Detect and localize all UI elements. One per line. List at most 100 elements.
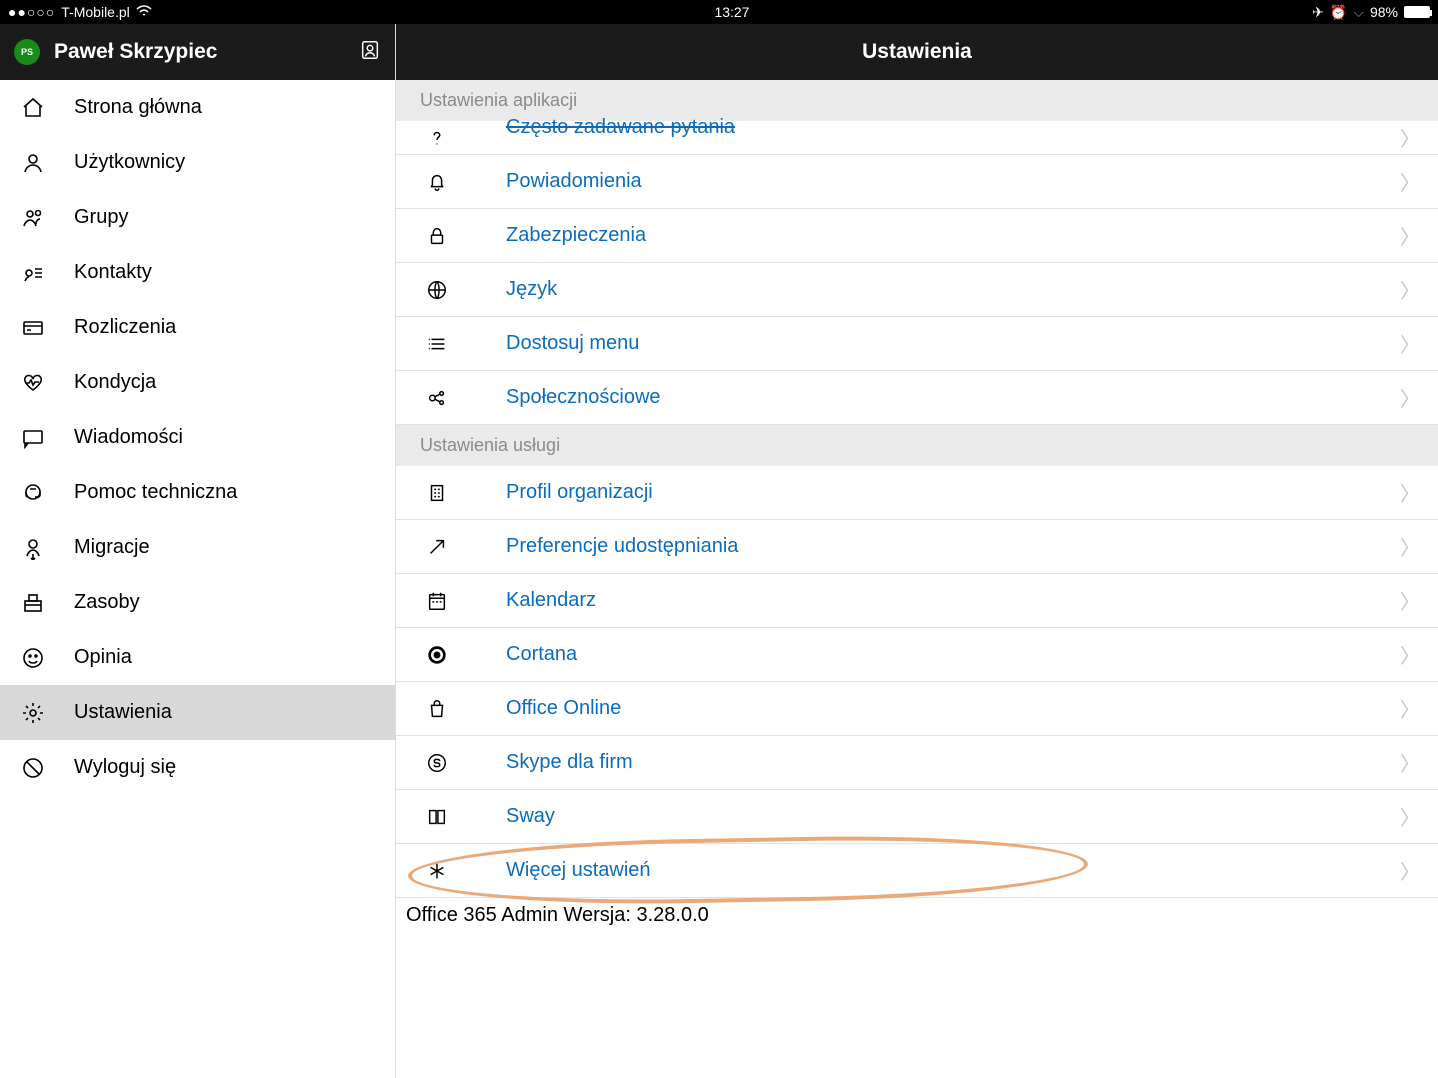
chevron-right-icon: 〉 (1400, 167, 1420, 196)
sidebar-header: PS Paweł Skrzypiec (0, 24, 395, 80)
row-label: Kalendarz (506, 589, 1400, 612)
row-label: Preferencje udostępniania (506, 535, 1400, 558)
contacts-icon (20, 260, 46, 286)
sidebar-item-label: Kondycja (74, 371, 156, 394)
profile-icon[interactable] (359, 39, 381, 66)
row-label: Sway (506, 805, 1400, 828)
carrier-label: T-Mobile.pl (61, 4, 129, 20)
sidebar-item-label: Migracje (74, 536, 150, 559)
group-icon (20, 205, 46, 231)
sidebar-item-migrate[interactable]: Migracje (0, 520, 395, 575)
sidebar-item-home[interactable]: Strona główna (0, 80, 395, 135)
sidebar-item-label: Zasoby (74, 591, 140, 614)
settings-row-social[interactable]: Społecznościowe〉 (396, 371, 1438, 425)
wifi-icon (136, 4, 152, 20)
sidebar-item-message[interactable]: Wiadomości (0, 410, 395, 465)
sidebar-item-billing[interactable]: Rozliczenia (0, 300, 395, 355)
sidebar-item-label: Rozliczenia (74, 316, 176, 339)
settings-row-calendar[interactable]: Kalendarz〉 (396, 574, 1438, 628)
sidebar-item-logout[interactable]: Wyloguj się (0, 740, 395, 795)
sidebar-item-label: Strona główna (74, 96, 202, 119)
bell-icon (424, 171, 450, 193)
calendar-icon (424, 590, 450, 612)
logout-icon (20, 755, 46, 781)
settings-row-arrow[interactable]: Preferencje udostępniania〉 (396, 520, 1438, 574)
row-label: Cortana (506, 643, 1400, 666)
sidebar-item-resources[interactable]: Zasoby (0, 575, 395, 630)
avatar[interactable]: PS (14, 39, 40, 65)
page-title: Ustawienia (396, 24, 1438, 80)
chevron-right-icon: 〉 (1400, 532, 1420, 561)
chevron-right-icon: 〉 (1400, 478, 1420, 507)
version-footer: Office 365 Admin Wersja: 3.28.0.0 (396, 898, 1438, 933)
chevron-right-icon: 〉 (1400, 748, 1420, 777)
row-label: Powiadomienia (506, 170, 1400, 193)
chevron-right-icon: 〉 (1400, 694, 1420, 723)
globe-icon (424, 279, 450, 301)
cortana-icon (424, 644, 450, 666)
asterisk-icon (424, 860, 450, 882)
settings-row-list[interactable]: Dostosuj menu〉 (396, 317, 1438, 371)
row-label: Profil organizacji (506, 481, 1400, 504)
chevron-right-icon: 〉 (1400, 586, 1420, 615)
resources-icon (20, 590, 46, 616)
section-header-app: Ustawienia aplikacji (396, 80, 1438, 121)
sidebar-item-contacts[interactable]: Kontakty (0, 245, 395, 300)
section-header-service: Ustawienia usługi (396, 425, 1438, 466)
bag-icon (424, 698, 450, 720)
social-icon (424, 387, 450, 409)
chevron-right-icon: 〉 (1400, 383, 1420, 412)
settings-row-bag[interactable]: Office Online〉 (396, 682, 1438, 736)
username: Paweł Skrzypiec (54, 40, 345, 64)
building-icon (424, 482, 450, 504)
question-icon (424, 127, 450, 149)
settings-row-bell[interactable]: Powiadomienia〉 (396, 155, 1438, 209)
row-label: Dostosuj menu (506, 332, 1400, 355)
clock: 13:27 (152, 4, 1312, 20)
main-pane: Ustawienia Ustawienia aplikacji Często z… (396, 24, 1438, 1078)
row-label: Społecznościowe (506, 386, 1400, 409)
row-label: Język (506, 278, 1400, 301)
settings-row-cortana[interactable]: Cortana〉 (396, 628, 1438, 682)
migrate-icon (20, 535, 46, 561)
home-icon (20, 95, 46, 121)
sidebar-item-user[interactable]: Użytkownicy (0, 135, 395, 190)
chevron-right-icon: 〉 (1400, 221, 1420, 250)
chevron-right-icon: 〉 (1400, 123, 1420, 152)
chevron-right-icon: 〉 (1400, 640, 1420, 669)
sidebar-item-label: Grupy (74, 206, 128, 229)
sidebar-item-label: Użytkownicy (74, 151, 185, 174)
billing-icon (20, 315, 46, 341)
sidebar-item-gear[interactable]: Ustawienia (0, 685, 395, 740)
settings-row-sway[interactable]: Sway〉 (396, 790, 1438, 844)
sidebar-item-label: Wyloguj się (74, 756, 176, 779)
sidebar-item-smile[interactable]: Opinia (0, 630, 395, 685)
settings-row-asterisk[interactable]: Więcej ustawień〉 (396, 844, 1438, 898)
settings-row-globe[interactable]: Język〉 (396, 263, 1438, 317)
row-label: Więcej ustawień (506, 859, 1400, 882)
settings-row-building[interactable]: Profil organizacji〉 (396, 466, 1438, 520)
list-icon (424, 333, 450, 355)
sidebar: PS Paweł Skrzypiec Strona główna Użytkown… (0, 24, 396, 1078)
settings-row-question[interactable]: Często zadawane pytania〉 (396, 121, 1438, 155)
sidebar-item-group[interactable]: Grupy (0, 190, 395, 245)
location-icon: ✈ (1312, 4, 1324, 21)
arrow-icon (424, 536, 450, 558)
chevron-right-icon: 〉 (1400, 856, 1420, 885)
smile-icon (20, 645, 46, 671)
lock-icon (424, 225, 450, 247)
sidebar-item-support[interactable]: Pomoc techniczna (0, 465, 395, 520)
chevron-right-icon: 〉 (1400, 329, 1420, 358)
support-icon (20, 480, 46, 506)
gear-icon (20, 700, 46, 726)
settings-row-lock[interactable]: Zabezpieczenia〉 (396, 209, 1438, 263)
sidebar-item-health[interactable]: Kondycja (0, 355, 395, 410)
sidebar-item-label: Kontakty (74, 261, 152, 284)
row-label: Zabezpieczenia (506, 224, 1400, 247)
sidebar-item-label: Pomoc techniczna (74, 481, 237, 504)
row-label: Office Online (506, 697, 1400, 720)
chevron-right-icon: 〉 (1400, 802, 1420, 831)
settings-row-skype[interactable]: Skype dla firm〉 (396, 736, 1438, 790)
status-bar: ●●○○○ T-Mobile.pl 13:27 ✈ ⏰ ⌵ 98% (0, 0, 1438, 24)
health-icon (20, 370, 46, 396)
